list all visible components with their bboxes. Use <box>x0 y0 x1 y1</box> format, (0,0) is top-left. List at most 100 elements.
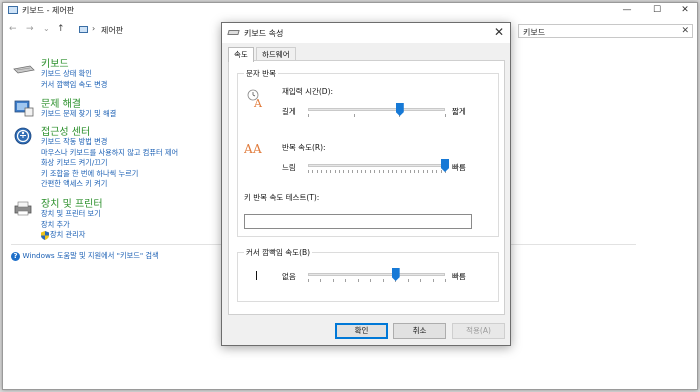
slider-tick <box>334 170 336 173</box>
cursor-blink-group: 커서 깜빡임 속도(B) 없음 빠름 <box>237 247 499 302</box>
accessibility-icon <box>14 127 32 145</box>
window-title: 키보드 - 제어판 <box>22 6 75 15</box>
cursor-preview <box>256 271 257 280</box>
slider-tick <box>400 170 402 173</box>
link-check-keyboard-status[interactable]: 키보드 상태 확인 <box>41 69 107 80</box>
link-turn-on-easy-access-keys[interactable]: 간편한 액세스 키 켜기 <box>41 179 178 190</box>
help-search-text: Windows 도움말 및 지원에서 "키보드" 검색 <box>22 251 159 260</box>
slider-tick <box>308 170 309 173</box>
slider-tick <box>422 170 424 173</box>
slider-tick <box>445 114 446 117</box>
breadcrumb-separator: › <box>92 24 96 33</box>
dialog-title: 키보드 속성 <box>244 29 284 38</box>
slider-tick <box>445 279 446 282</box>
troubleshoot-icon <box>14 100 34 117</box>
category-title[interactable]: 키보드 <box>41 55 69 70</box>
minimize-button[interactable]: — <box>613 3 641 18</box>
repeat-delay-slider[interactable] <box>308 103 446 117</box>
slider-tick <box>312 170 314 173</box>
character-repeat-label: 문자 반복 <box>244 68 278 79</box>
slider-tick <box>431 170 433 173</box>
slider-tick <box>320 279 322 282</box>
slider-tick <box>330 170 332 173</box>
admin-shield-icon <box>41 231 49 241</box>
control-panel-icon <box>8 6 18 14</box>
title-bar: 키보드 - 제어판 — ☐ ✕ <box>3 3 697 18</box>
link-add-device[interactable]: 장치 추가 <box>41 220 101 231</box>
link-change-keyboard-operation[interactable]: 키보드 작동 방법 변경 <box>41 137 178 148</box>
slider-tick <box>353 114 355 117</box>
slider-track <box>308 108 445 111</box>
link-toggle-on-screen-keyboard[interactable]: 화상 키보드 켜기/끄기 <box>41 158 178 169</box>
breadcrumb-control-panel[interactable]: 제어판 <box>101 25 123 36</box>
up-arrow-icon[interactable]: ↑ <box>57 24 65 34</box>
link-device-manager-label: 장치 관리자 <box>50 230 86 240</box>
repeat-rate-max-label: 빠름 <box>452 163 466 172</box>
repeat-test-label: 키 반복 속도 테스트(T): <box>244 193 320 202</box>
slider-track <box>308 273 445 276</box>
keyboard-properties-dialog: 키보드 속성 ✕ 속도 하드웨어 문자 반복 A 재입력 시간(D): 길게 짧… <box>221 22 511 346</box>
character-repeat-group: 문자 반복 A 재입력 시간(D): 길게 짧게 A A 반복 속도(R): 느… <box>237 68 499 237</box>
link-press-key-combinations-one-at-a-time[interactable]: 키 조합을 한 번에 하나씩 누르기 <box>41 169 178 180</box>
repeat-rate-icon: A A <box>244 142 262 156</box>
help-search-link[interactable]: ? Windows 도움말 및 지원에서 "키보드" 검색 <box>11 251 159 261</box>
ok-button[interactable]: 확인 <box>335 323 388 339</box>
repeat-rate-slider[interactable] <box>308 159 449 173</box>
repeat-delay-label: 재입력 시간(D): <box>282 87 334 96</box>
cursor-blink-min-label: 없음 <box>282 272 296 281</box>
slider-tick <box>365 170 367 173</box>
slider-tick <box>370 279 372 282</box>
recent-locations-chevron-icon[interactable]: ⌄ <box>43 24 50 33</box>
slider-tick <box>387 170 389 173</box>
slider-tick <box>407 279 409 282</box>
printer-icon <box>14 201 32 216</box>
link-view-devices-printers[interactable]: 장치 및 프린터 보기 <box>41 209 101 220</box>
repeat-delay-min-label: 길게 <box>282 107 296 116</box>
svg-text:A: A <box>252 142 262 156</box>
cursor-blink-slider[interactable] <box>308 268 446 282</box>
slider-tick <box>432 279 434 282</box>
tab-speed[interactable]: 속도 <box>228 47 254 62</box>
category-title[interactable]: 문제 해결 <box>41 95 81 110</box>
slider-tick <box>343 170 345 173</box>
slider-tick <box>345 279 347 282</box>
link-device-manager[interactable]: 장치 관리자 <box>41 230 101 241</box>
slider-tick <box>427 170 429 173</box>
dialog-button-row: 확인 취소 적용(A) <box>222 323 510 341</box>
slider-tick <box>418 170 420 173</box>
repeat-delay-max-label: 짧게 <box>452 107 466 116</box>
tab-hardware[interactable]: 하드웨어 <box>256 47 296 61</box>
slider-tick <box>374 170 376 173</box>
repeat-delay-icon: A <box>247 89 263 108</box>
keyboard-icon <box>227 30 240 35</box>
slider-tick <box>405 170 407 173</box>
slider-ticks <box>308 279 446 282</box>
speed-tab-panel: 문자 반복 A 재입력 시간(D): 길게 짧게 A A 반복 속도(R): 느… <box>228 60 505 315</box>
maximize-button[interactable]: ☐ <box>643 3 671 18</box>
close-button[interactable]: ✕ <box>671 3 699 18</box>
slider-tick <box>361 170 363 173</box>
link-find-fix-keyboard-problems[interactable]: 키보드 문제 찾기 및 해결 <box>41 109 116 120</box>
slider-tick <box>356 170 358 173</box>
clear-search-icon[interactable]: ✕ <box>681 26 689 36</box>
slider-ticks <box>308 170 446 173</box>
search-input[interactable]: 키보드 ✕ <box>518 24 693 38</box>
slider-tick <box>357 279 359 282</box>
dialog-close-button[interactable]: ✕ <box>494 25 504 39</box>
slider-tick <box>383 170 385 173</box>
slider-tick <box>414 170 416 173</box>
slider-tick <box>378 170 380 173</box>
category-title[interactable]: 장치 및 프린터 <box>41 195 103 210</box>
slider-tick <box>369 170 371 173</box>
link-control-without-mouse-keyboard[interactable]: 마우스나 키보드를 사용하지 않고 컴퓨터 제어 <box>41 148 178 159</box>
slider-tick <box>338 170 340 173</box>
svg-text:A: A <box>253 97 263 108</box>
repeat-rate-min-label: 느림 <box>282 163 296 172</box>
apply-button[interactable]: 적용(A) <box>452 323 505 339</box>
back-arrow-icon[interactable]: ← <box>9 24 17 34</box>
link-change-cursor-blink-rate[interactable]: 커서 깜빡임 속도 변경 <box>41 80 107 91</box>
category-title[interactable]: 접근성 센터 <box>41 123 90 138</box>
cancel-button[interactable]: 취소 <box>393 323 446 339</box>
repeat-test-input[interactable] <box>244 214 472 229</box>
forward-arrow-icon[interactable]: → <box>26 24 34 34</box>
